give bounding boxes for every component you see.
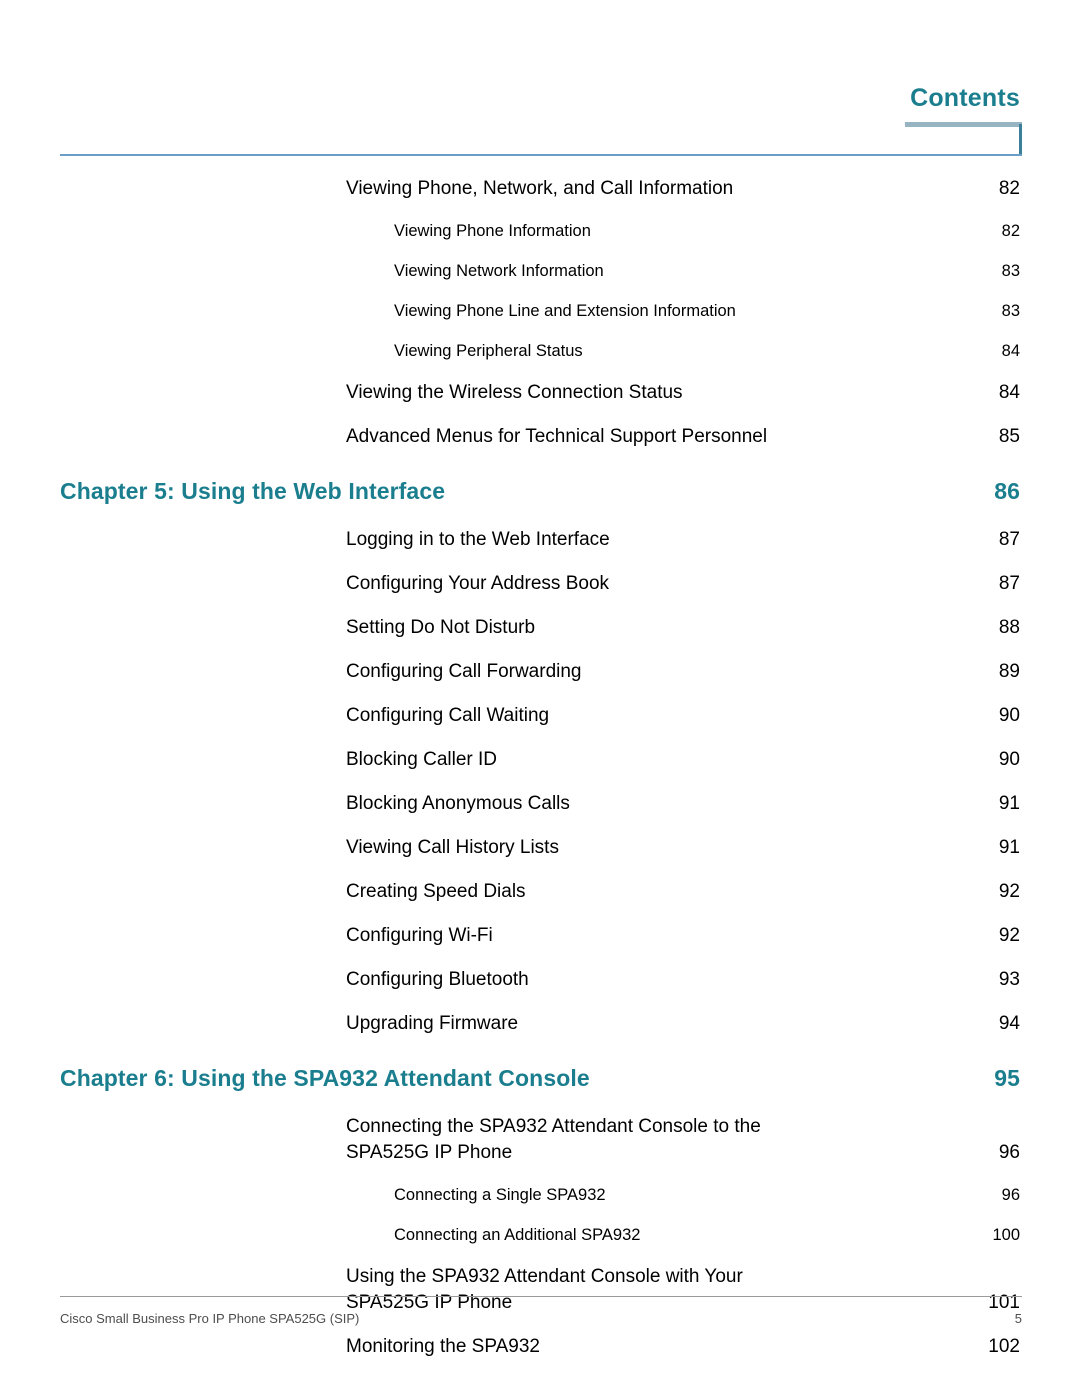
toc-chapter-row[interactable]: Chapter 6: Using the SPA932 Attendant Co… (0, 1065, 1080, 1092)
footer-document-title: Cisco Small Business Pro IP Phone SPA525… (60, 1311, 360, 1326)
toc-entry-label: Viewing Phone Information (394, 222, 591, 240)
toc-entry-label: Viewing Phone, Network, and Call Informa… (346, 178, 734, 199)
toc-entry-page-number: 92 (998, 881, 1020, 902)
toc-entry-page-number: 95 (994, 1065, 1020, 1091)
page: Contents Viewing Phone, Network, and Cal… (0, 0, 1080, 1397)
toc-entry-page-number: 91 (998, 837, 1020, 858)
toc-entry-page-number: 90 (998, 705, 1020, 726)
toc-entry-row[interactable]: Viewing Network Information 83 (0, 260, 1080, 283)
header-divider-rule (60, 154, 1022, 156)
toc-entry-page-number: 88 (998, 617, 1020, 638)
toc-entry-row[interactable]: Viewing Phone Information 82 (0, 220, 1080, 243)
toc-entry-row[interactable]: Viewing Peripheral Status 84 (0, 340, 1080, 363)
toc-entry-row[interactable]: Logging in to the Web Interface 87 (0, 527, 1080, 553)
toc-entry-label: Viewing the Wireless Connection Status (346, 382, 683, 403)
toc-entry-label: Blocking Anonymous Calls (346, 793, 570, 814)
footer-divider-rule (60, 1296, 1022, 1297)
toc-entry-label: Setting Do Not Disturb (346, 617, 536, 638)
toc-entry-label: Viewing Peripheral Status (394, 342, 583, 360)
toc-entry-row[interactable]: Connecting an Additional SPA932 100 (0, 1224, 1080, 1247)
toc-entry-label: Configuring Your Address Book (346, 573, 610, 594)
toc-chapter-label: Chapter 5: Using the Web Interface (60, 478, 446, 504)
toc-entry-row[interactable]: Creating Speed Dials 92 (0, 879, 1080, 905)
footer-content: Cisco Small Business Pro IP Phone SPA525… (60, 1311, 1022, 1326)
toc-entry-row[interactable]: Blocking Caller ID 90 (0, 747, 1080, 773)
toc-entry-row[interactable]: Advanced Menus for Technical Support Per… (0, 424, 1080, 450)
toc-entry-page-number: 82 (998, 178, 1020, 199)
toc-entry-page-number: 84 (998, 382, 1020, 403)
toc-entry-page-number: 96 (998, 1142, 1020, 1163)
toc-entry-page-number: 91 (998, 793, 1020, 814)
toc-entry-row[interactable]: Configuring Call Forwarding 89 (0, 659, 1080, 685)
toc-entry-row[interactable]: Configuring Your Address Book 87 (0, 571, 1080, 597)
toc-entry-page-number: 96 (1001, 1186, 1020, 1204)
toc-entry-label: Viewing Network Information (394, 262, 604, 280)
toc-entry-label: Blocking Caller ID (346, 749, 497, 770)
toc-entry-row[interactable]: Connecting the SPA932 Attendant Console … (0, 1114, 1080, 1166)
toc-chapter-row[interactable]: Chapter 5: Using the Web Interface 86 (0, 478, 1080, 505)
toc-entry-page-number: 83 (1001, 302, 1020, 320)
toc-entry-page-number: 100 (992, 1226, 1020, 1244)
toc-entry-page-number: 86 (994, 478, 1020, 504)
toc-entry-row[interactable]: Viewing Phone, Network, and Call Informa… (0, 176, 1080, 202)
toc-entry-row[interactable]: Connecting a Single SPA932 96 (0, 1184, 1080, 1207)
toc-entry-label: Configuring Bluetooth (346, 969, 529, 990)
toc-entry-page-number: 84 (1001, 342, 1020, 360)
toc-entry-page-number: 87 (998, 573, 1020, 594)
page-header: Contents (0, 0, 1080, 160)
toc-entry-page-number: 94 (998, 1013, 1020, 1034)
toc-entry-row[interactable]: Viewing the Wireless Connection Status 84 (0, 380, 1080, 406)
toc-entry-label: Configuring Call Forwarding (346, 661, 582, 682)
toc-entry-label: Connecting the SPA932 Attendant Console … (346, 1116, 761, 1163)
toc-entry-row[interactable]: Viewing Call History Lists 91 (0, 835, 1080, 861)
toc-entry-page-number: 89 (998, 661, 1020, 682)
toc-entry-page-number: 90 (998, 749, 1020, 770)
toc-entry-row[interactable]: Monitoring the SPA932 102 (0, 1334, 1080, 1360)
page-footer: Cisco Small Business Pro IP Phone SPA525… (60, 1296, 1022, 1326)
toc-entry-row[interactable]: Setting Do Not Disturb 88 (0, 615, 1080, 641)
toc-entry-row[interactable]: Blocking Anonymous Calls 91 (0, 791, 1080, 817)
toc-entry-page-number: 82 (1001, 222, 1020, 240)
toc-entry-label: Viewing Phone Line and Extension Informa… (394, 302, 736, 320)
toc-entry-label: Configuring Call Waiting (346, 705, 550, 726)
toc-entry-label: Connecting a Single SPA932 (394, 1186, 606, 1204)
header-vertical-connector (1019, 124, 1022, 156)
toc-entry-page-number: 87 (998, 529, 1020, 550)
toc-entry-row[interactable]: Configuring Wi-Fi 92 (0, 923, 1080, 949)
toc-entry-label: Logging in to the Web Interface (346, 529, 610, 550)
header-accent-rule (905, 122, 1022, 127)
toc-entry-page-number: 93 (998, 969, 1020, 990)
table-of-contents: Viewing Phone, Network, and Call Informa… (0, 176, 1080, 1378)
toc-entry-label: Configuring Wi-Fi (346, 925, 493, 946)
page-title: Contents (910, 84, 1020, 112)
toc-entry-page-number: 102 (988, 1336, 1020, 1357)
toc-entry-row[interactable]: Configuring Call Waiting 90 (0, 703, 1080, 729)
toc-entry-page-number: 85 (998, 426, 1020, 447)
toc-entry-row[interactable]: Configuring Bluetooth 93 (0, 967, 1080, 993)
toc-entry-label: Upgrading Firmware (346, 1013, 519, 1034)
toc-entry-label: Connecting an Additional SPA932 (394, 1226, 641, 1244)
toc-entry-label: Creating Speed Dials (346, 881, 526, 902)
toc-entry-label: Advanced Menus for Technical Support Per… (346, 426, 768, 447)
toc-entry-label: Viewing Call History Lists (346, 837, 559, 858)
toc-entry-page-number: 92 (998, 925, 1020, 946)
footer-page-number: 5 (1014, 1311, 1022, 1326)
toc-entry-row[interactable]: Upgrading Firmware 94 (0, 1011, 1080, 1037)
toc-entry-page-number: 83 (1001, 262, 1020, 280)
toc-chapter-label: Chapter 6: Using the SPA932 Attendant Co… (60, 1065, 590, 1091)
toc-entry-label: Monitoring the SPA932 (346, 1336, 540, 1357)
toc-entry-row[interactable]: Viewing Phone Line and Extension Informa… (0, 300, 1080, 323)
